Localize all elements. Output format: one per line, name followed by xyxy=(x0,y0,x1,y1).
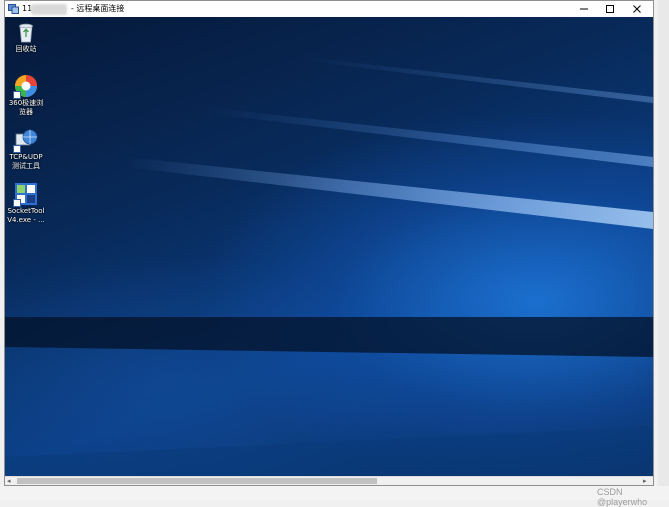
close-icon xyxy=(633,5,641,13)
wallpaper-light-beams xyxy=(5,57,653,476)
desktop-icon-tcp-udp-tool[interactable]: TCP&UDP测试工具 xyxy=(6,128,46,171)
minimize-button[interactable] xyxy=(571,1,597,17)
desktop-icon-label: 回收站 xyxy=(15,45,37,53)
shortcut-arrow-icon xyxy=(13,145,21,153)
remote-desktop-window: 11. - 远程桌面连接 回收站 360极速浏览器 TCP&UDP测试工具 So… xyxy=(4,0,654,486)
horizontal-scrollbar[interactable]: ◂ ▸ xyxy=(5,476,653,485)
desktop-icon-label: SocketTool V4.exe - ... xyxy=(7,207,45,224)
desktop-icon-360-browser[interactable]: 360极速浏览器 xyxy=(6,74,46,117)
title-host-redacted xyxy=(31,4,67,15)
remote-desktop-app-icon xyxy=(8,4,19,14)
title-bar[interactable]: 11. - 远程桌面连接 xyxy=(5,1,653,17)
remote-desktop-screen[interactable]: 回收站 360极速浏览器 TCP&UDP测试工具 SocketTool V4.e… xyxy=(5,17,653,476)
watermark-text: CSDN @playerwho xyxy=(597,487,648,507)
recycle-bin-icon xyxy=(19,23,33,43)
scroll-left-icon[interactable]: ◂ xyxy=(7,478,11,485)
desktop-icon-label: 360极速浏览器 xyxy=(8,99,44,116)
host-background-bottom xyxy=(0,486,669,500)
desktop-icon-label: TCP&UDP测试工具 xyxy=(9,153,43,170)
minimize-icon xyxy=(580,8,588,10)
window-title: - 远程桌面连接 xyxy=(71,4,125,13)
desktop-icon-socket-tool[interactable]: SocketTool V4.exe - ... xyxy=(6,182,46,225)
scroll-right-icon[interactable]: ▸ xyxy=(643,478,647,485)
close-button[interactable] xyxy=(624,1,650,17)
shortcut-arrow-icon xyxy=(13,91,21,99)
shortcut-arrow-icon xyxy=(13,199,21,207)
desktop-icon-recycle-bin[interactable]: 回收站 xyxy=(6,20,46,54)
maximize-icon xyxy=(606,5,614,13)
host-background-right xyxy=(658,0,669,500)
maximize-button[interactable] xyxy=(597,1,623,17)
scrollbar-thumb[interactable] xyxy=(17,478,377,484)
